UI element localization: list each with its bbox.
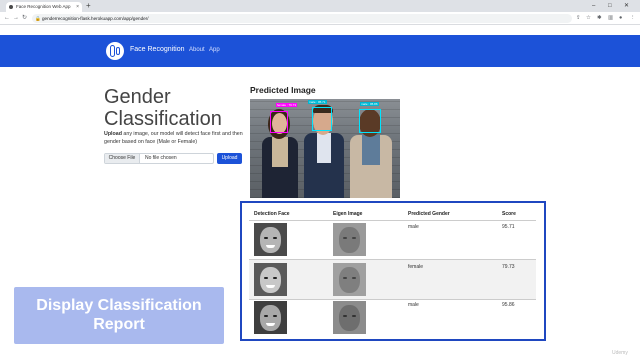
header-predicted-gender: Predicted Gender — [408, 211, 450, 217]
caption-line-2: Report — [93, 316, 145, 333]
predicted-image: female : 79.73 male : 95.71 male : 95.86 — [250, 99, 400, 198]
predicted-gender: male — [408, 302, 419, 308]
back-icon[interactable]: ← — [4, 12, 10, 25]
upload-description: Upload any image, our model will detect … — [104, 130, 246, 146]
table-header: Detection Face Eigen Image Predicted Gen… — [249, 208, 536, 220]
caption-line-1: Display Classification — [36, 297, 202, 314]
lock-icon: 🔒 — [35, 16, 41, 21]
face-label-3: male : 95.86 — [360, 102, 379, 106]
nav-link-about[interactable]: About — [189, 47, 205, 53]
header-eigen-image: Eigen Image — [333, 211, 363, 217]
file-status: No file chosen — [145, 155, 177, 161]
predicted-gender: female — [408, 264, 424, 270]
navbar-brand[interactable]: Face Recognition — [130, 46, 184, 53]
table-row: male 95.71 — [249, 220, 536, 260]
url-bar[interactable]: 🔒 genderrecognition-flask.herokuapp.com/… — [32, 14, 572, 23]
forward-icon[interactable]: → — [13, 12, 19, 25]
face-label-2: male : 95.71 — [308, 100, 327, 104]
face-box-male-2 — [359, 109, 381, 133]
upload-button[interactable]: Upload — [217, 153, 242, 164]
tab-close-icon[interactable]: × — [76, 2, 79, 12]
description-bold: Upload — [104, 131, 122, 137]
table-row: male 95.86 — [249, 300, 536, 340]
browser-tab-bar — [0, 0, 640, 12]
predicted-image-title: Predicted Image — [250, 85, 316, 95]
header-score: Score — [502, 211, 516, 217]
eigen-face-image — [333, 263, 366, 296]
maximize-icon[interactable]: □ — [608, 0, 612, 12]
sidebar-icon[interactable]: ▥ — [608, 12, 613, 25]
score: 79.73 — [502, 264, 515, 270]
face-box-female — [270, 111, 288, 133]
minimize-icon[interactable]: – — [592, 0, 595, 12]
section-caption: Display Classification Report — [14, 287, 224, 344]
reload-icon[interactable]: ↻ — [22, 12, 27, 25]
tab-title: Face Recognition Web App — [16, 4, 71, 9]
new-tab-button[interactable]: + — [86, 0, 91, 12]
extensions-icon[interactable]: ✱ — [597, 12, 602, 25]
url-text: genderrecognition-flask.herokuapp.com/ap… — [42, 16, 149, 21]
menu-icon[interactable]: ⋮ — [630, 12, 636, 25]
description-text: any image, our model will detect face fi… — [104, 131, 243, 145]
page-title: Gender Classification — [104, 86, 222, 130]
score: 95.86 — [502, 302, 515, 308]
browser-tab[interactable]: Face Recognition Web App × — [6, 2, 82, 12]
eigen-face-image — [333, 223, 366, 256]
file-input[interactable]: Choose File No file chosen — [104, 153, 214, 164]
share-icon[interactable]: ⇪ — [576, 12, 581, 25]
score: 95.71 — [502, 224, 515, 230]
detection-face-image — [254, 223, 287, 256]
window-close-icon[interactable]: ✕ — [624, 0, 629, 12]
eigen-face-image — [333, 301, 366, 334]
choose-file-button[interactable]: Choose File — [105, 154, 140, 163]
watermark: Udemy — [612, 350, 628, 356]
site-navbar — [0, 35, 640, 67]
table-row: female 79.73 — [249, 260, 536, 300]
predicted-gender: male — [408, 224, 419, 230]
brain-logo-icon[interactable] — [106, 42, 124, 60]
nav-link-app[interactable]: App — [209, 47, 220, 53]
face-label-1: female : 79.73 — [276, 103, 298, 107]
header-detection-face: Detection Face — [254, 211, 290, 217]
tab-favicon-icon — [9, 5, 13, 9]
profile-icon[interactable]: ● — [619, 12, 622, 25]
detection-face-image — [254, 301, 287, 334]
bookmark-icon[interactable]: ☆ — [586, 12, 591, 25]
detection-face-image — [254, 263, 287, 296]
face-box-male-1 — [312, 107, 332, 131]
